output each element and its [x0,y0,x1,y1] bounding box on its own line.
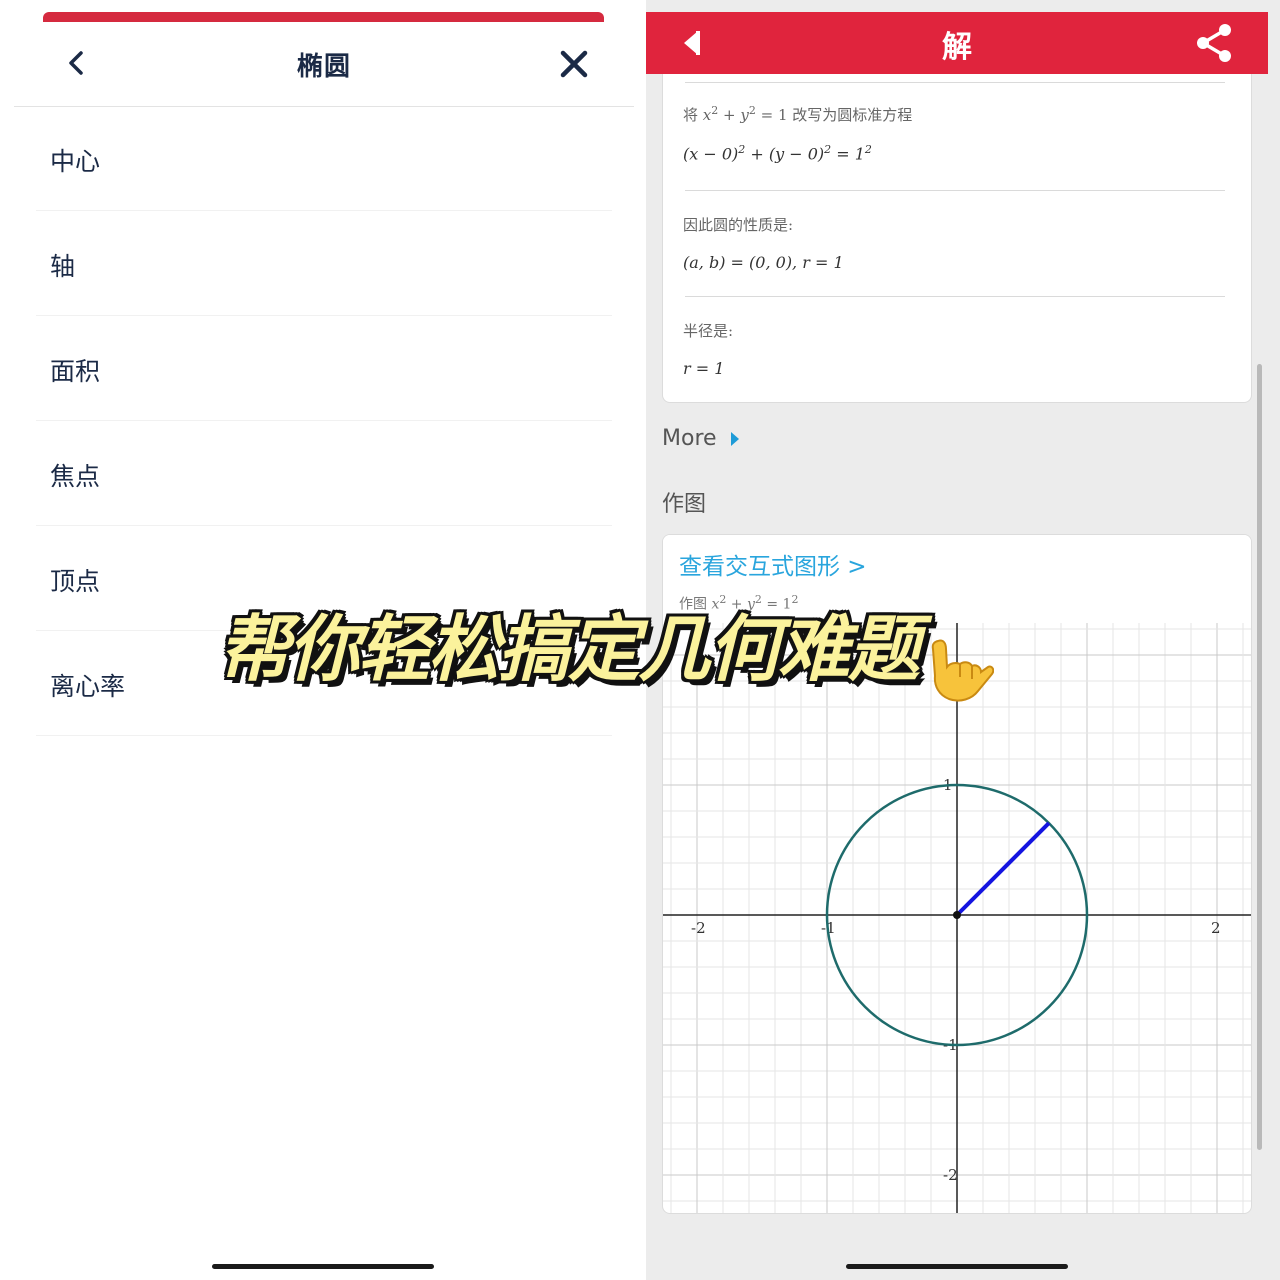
menu-item-axis[interactable]: 轴 [36,211,612,316]
solution-steps-card: 将 x2 + y2 = 1 改写为圆标准方程 (x − 0)2 + (y − 0… [662,74,1252,403]
scrollbar[interactable] [1257,364,1262,1150]
step-rewrite: 将 x2 + y2 = 1 改写为圆标准方程 (x − 0)2 + (y − 0… [683,104,1233,163]
left-header: 椭圆 [14,22,634,107]
home-indicator [212,1264,434,1269]
graph-card: -2 -1 2 1 -1 -2 查看交互式图形 > 作图 x2 + y2 = 12 [662,534,1252,1214]
close-icon[interactable] [558,48,590,80]
menu-item-vertices[interactable]: 顶点 [36,526,612,631]
menu-item-center[interactable]: 中心 [36,106,612,211]
step-properties: 因此圆的性质是: (a, b) = (0, 0), r = 1 [683,214,1233,272]
menu-item-label: 离心率 [50,672,126,701]
step-text: 将 x2 + y2 = 1 改写为圆标准方程 [683,104,913,124]
share-icon[interactable] [1194,22,1234,64]
right-panel: 解 将 x2 + y2 = 1 改写为圆标准方程 (x − 0)2 + (y −… [646,0,1280,1280]
solution-header: 解 [646,12,1268,74]
menu-item-label: 焦点 [50,462,101,491]
graph-section-label: 作图 [662,492,707,517]
step-text: 因此圆的性质是: [683,216,794,234]
step-radius: 半径是: r = 1 [683,320,1233,378]
interactive-graph-link[interactable]: 查看交互式图形 > [679,547,867,581]
menu-item-foci[interactable]: 焦点 [36,421,612,526]
step-equation: r = 1 [683,359,725,378]
more-label: More [662,426,717,451]
more-link[interactable]: More [662,426,739,451]
step-equation: (x − 0)2 + (y − 0)2 = 12 [683,143,872,164]
step-divider [685,190,1225,191]
menu-item-label: 轴 [50,252,76,281]
center-point [953,911,961,919]
plot-caption: 作图 x2 + y2 = 12 [679,593,799,613]
x-tick-label: 2 [1211,919,1221,937]
graph-plot[interactable]: -2 -1 21-1-2 [663,535,1251,1213]
menu-item-label: 顶点 [50,567,101,596]
y-tick-label: -2 [943,1166,958,1184]
menu-item-label: 面积 [50,357,101,386]
x-tick-label: -2 [691,919,706,937]
step-divider [685,82,1225,83]
step-text: 半径是: [683,322,734,340]
step-equation: (a, b) = (0, 0), r = 1 [683,253,844,272]
left-panel: 椭圆 中心 轴 面积 焦点 顶点 离心率 [0,0,640,1280]
menu-item-area[interactable]: 面积 [36,316,612,421]
property-menu: 中心 轴 面积 焦点 顶点 离心率 [36,106,612,736]
step-divider [685,296,1225,297]
home-indicator [846,1264,1068,1269]
caret-right-icon [730,432,739,446]
page-title: 椭圆 [296,52,351,82]
menu-item-eccentricity[interactable]: 离心率 [36,631,612,736]
menu-item-label: 中心 [50,147,101,176]
top-accent-bar [43,12,604,22]
solution-title: 解 [942,30,972,65]
